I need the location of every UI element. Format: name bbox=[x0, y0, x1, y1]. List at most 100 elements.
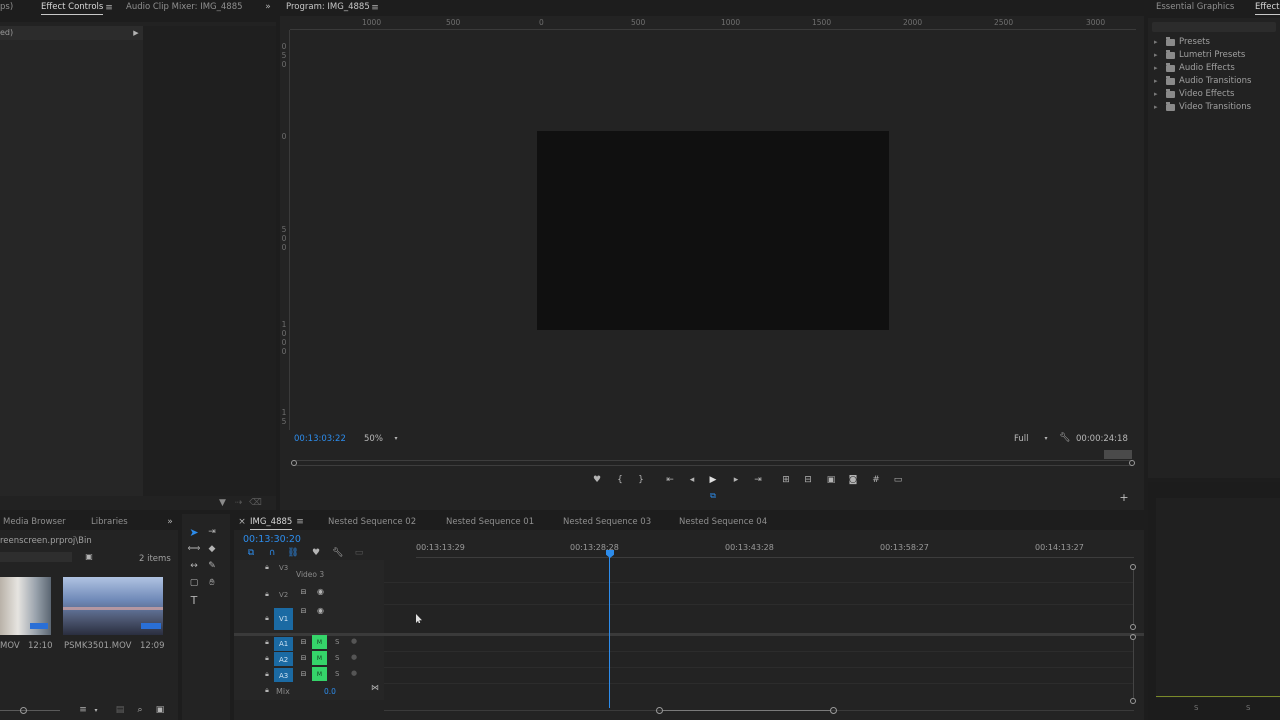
disclosure-triangle-icon[interactable]: ▸ bbox=[1154, 103, 1162, 111]
lock-icon[interactable]: 🔒︎ bbox=[263, 590, 271, 598]
zoom-level-select[interactable]: 50% bbox=[364, 434, 383, 444]
lock-icon[interactable]: 🔒︎ bbox=[263, 614, 271, 622]
hand-tool-icon[interactable]: ✋︎ bbox=[206, 577, 218, 589]
solo-button-a2[interactable]: S bbox=[335, 654, 339, 662]
project-search-field[interactable] bbox=[0, 552, 72, 562]
add-button-icon[interactable]: + bbox=[1119, 492, 1129, 503]
program-monitor-title[interactable]: Program: IMG_4885 bbox=[286, 2, 370, 12]
clip-thumbnail-2[interactable] bbox=[63, 577, 163, 635]
video-scrollbar[interactable] bbox=[1133, 570, 1134, 624]
tree-item-video-transitions[interactable]: ▸ Video Transitions bbox=[1154, 101, 1251, 112]
step-forward-icon[interactable]: ▸ bbox=[731, 475, 741, 485]
scroll-handle-bottom[interactable] bbox=[1130, 624, 1136, 630]
go-to-in-icon[interactable]: ⇤ bbox=[665, 475, 675, 485]
selection-tool-icon[interactable]: ➤ bbox=[188, 526, 200, 538]
disclosure-triangle-icon[interactable]: ▸ bbox=[1154, 90, 1162, 98]
step-back-icon[interactable]: ◂ bbox=[687, 475, 697, 485]
tab-media-browser[interactable]: Media Browser bbox=[3, 517, 66, 527]
zoom-handle-right[interactable] bbox=[830, 707, 837, 714]
solo-button-a1[interactable]: S bbox=[335, 638, 339, 646]
sort-icon[interactable]: ≡ bbox=[78, 706, 88, 715]
zoom-slider-handle[interactable] bbox=[20, 707, 27, 714]
playback-resolution-select[interactable]: Full bbox=[1014, 434, 1029, 444]
scrubber-end-handle[interactable] bbox=[1129, 460, 1135, 466]
playhead-line[interactable] bbox=[609, 556, 610, 708]
tab-nested-sequence-02[interactable]: Nested Sequence 02 bbox=[328, 517, 416, 527]
filter-icon[interactable]: ▼ bbox=[218, 499, 227, 508]
disclosure-triangle-icon[interactable]: ▸ bbox=[1154, 38, 1162, 46]
solo-button-a3[interactable]: S bbox=[335, 670, 339, 678]
lock-icon[interactable]: 🔒︎ bbox=[263, 654, 271, 662]
automate-icon[interactable]: ▤ bbox=[115, 706, 125, 715]
sync-lock-icon[interactable]: ⊟ bbox=[299, 607, 308, 615]
comparison-icon[interactable]: ▭ bbox=[892, 475, 904, 485]
slip-tool-icon[interactable]: ↔ bbox=[188, 560, 200, 572]
effects-search-field[interactable] bbox=[1152, 22, 1276, 32]
disclosure-triangle-icon[interactable]: ▸ bbox=[1154, 51, 1162, 59]
lift-icon[interactable]: ⊞ bbox=[780, 475, 792, 485]
clear-icon[interactable]: ⌫ bbox=[249, 499, 262, 508]
scrubber-start-handle[interactable] bbox=[291, 460, 297, 466]
sync-lock-icon[interactable]: ⊟ bbox=[299, 670, 308, 678]
microphone-icon[interactable]: ● bbox=[351, 669, 357, 678]
meter-solo-left[interactable]: S bbox=[1194, 704, 1198, 712]
track-select-tool-icon[interactable]: ⇥ bbox=[206, 526, 218, 538]
zoom-handle-left[interactable] bbox=[656, 707, 663, 714]
rectangle-tool-icon[interactable]: ▢ bbox=[188, 577, 200, 589]
audio-scroll-handle-bottom[interactable] bbox=[1130, 698, 1136, 704]
mute-button-a2[interactable]: M bbox=[312, 651, 327, 665]
play-icon[interactable]: ▶ bbox=[708, 475, 718, 485]
tab-nested-sequence-04[interactable]: Nested Sequence 04 bbox=[679, 517, 767, 527]
ripple-edit-tool-icon[interactable]: ⟺ bbox=[188, 543, 201, 555]
track-label-v1[interactable]: V1 bbox=[279, 615, 288, 623]
tab-sequence-img-4885[interactable]: IMG_4885 bbox=[250, 517, 293, 530]
tab-clips[interactable]: ps) bbox=[0, 2, 13, 12]
timeline-ruler[interactable]: 00:13:13:29 00:13:28:28 00:13:43:28 00:1… bbox=[416, 542, 1134, 558]
export-icon[interactable]: ⇢ bbox=[234, 499, 243, 508]
timeline-menu-icon[interactable]: ≡ bbox=[296, 517, 304, 527]
tab-libraries[interactable]: Libraries bbox=[91, 517, 128, 527]
marker-icon[interactable]: ♥ bbox=[592, 475, 602, 485]
snap-icon[interactable]: ∩ bbox=[267, 548, 277, 558]
add-marker-icon[interactable]: ♥ bbox=[311, 548, 321, 558]
mark-in-icon[interactable]: { bbox=[615, 475, 625, 485]
disclosure-triangle-icon[interactable]: ▸ bbox=[1154, 77, 1162, 85]
tree-item-video-effects[interactable]: ▸ Video Effects bbox=[1154, 88, 1234, 99]
microphone-icon[interactable]: ● bbox=[351, 653, 357, 662]
type-tool-icon[interactable]: T bbox=[188, 594, 200, 606]
new-bin-icon[interactable]: ▣ bbox=[84, 552, 94, 561]
tab-nested-sequence-03[interactable]: Nested Sequence 03 bbox=[563, 517, 651, 527]
captions-icon[interactable]: ▭ bbox=[354, 548, 364, 558]
overflow-icon[interactable]: » bbox=[263, 2, 273, 12]
search-icon[interactable]: ⌕ bbox=[135, 706, 145, 715]
pen-tool-icon[interactable]: ✎ bbox=[206, 560, 218, 572]
zoom-bar[interactable] bbox=[663, 710, 830, 711]
panel-menu-icon[interactable]: ≡ bbox=[105, 3, 113, 13]
program-video-frame[interactable] bbox=[537, 131, 889, 330]
new-bin-icon[interactable]: ▣ bbox=[155, 706, 165, 715]
tree-item-audio-effects[interactable]: ▸ Audio Effects bbox=[1154, 62, 1235, 73]
lock-icon[interactable]: 🔒︎ bbox=[263, 638, 271, 646]
tab-nested-sequence-01[interactable]: Nested Sequence 01 bbox=[446, 517, 534, 527]
microphone-icon[interactable]: ● bbox=[351, 637, 357, 646]
timeline-settings-icon[interactable]: 🔧︎ bbox=[332, 548, 343, 558]
eye-icon[interactable]: ◉ bbox=[316, 588, 325, 596]
lock-icon[interactable]: 🔒︎ bbox=[263, 686, 271, 694]
razor-tool-icon[interactable]: ◆ bbox=[206, 543, 218, 555]
extract-icon[interactable]: ⊟ bbox=[802, 475, 814, 485]
audio-scrollbar[interactable] bbox=[1133, 640, 1134, 698]
sync-lock-icon[interactable]: ⊟ bbox=[299, 638, 308, 646]
chevron-down-icon[interactable]: ▾ bbox=[92, 706, 100, 715]
insert-icon[interactable]: ▣ bbox=[825, 475, 837, 485]
linked-selection-icon[interactable]: ⛓︎ bbox=[287, 548, 298, 558]
mute-button-a1[interactable]: M bbox=[312, 635, 327, 649]
wrench-icon[interactable]: 🔧︎ bbox=[1059, 433, 1070, 443]
eye-icon[interactable]: ◉ bbox=[316, 607, 325, 615]
tab-audio-clip-mixer[interactable]: Audio Clip Mixer: IMG_4885 bbox=[126, 2, 243, 12]
overflow-icon[interactable]: » bbox=[165, 517, 175, 527]
zoom-slider[interactable] bbox=[0, 710, 60, 711]
go-to-out-icon[interactable]: ⇥ bbox=[753, 475, 763, 485]
tree-item-lumetri-presets[interactable]: ▸ Lumetri Presets bbox=[1154, 49, 1245, 60]
track-label-a2[interactable]: A2 bbox=[279, 656, 288, 664]
track-label-a1[interactable]: A1 bbox=[279, 640, 288, 648]
